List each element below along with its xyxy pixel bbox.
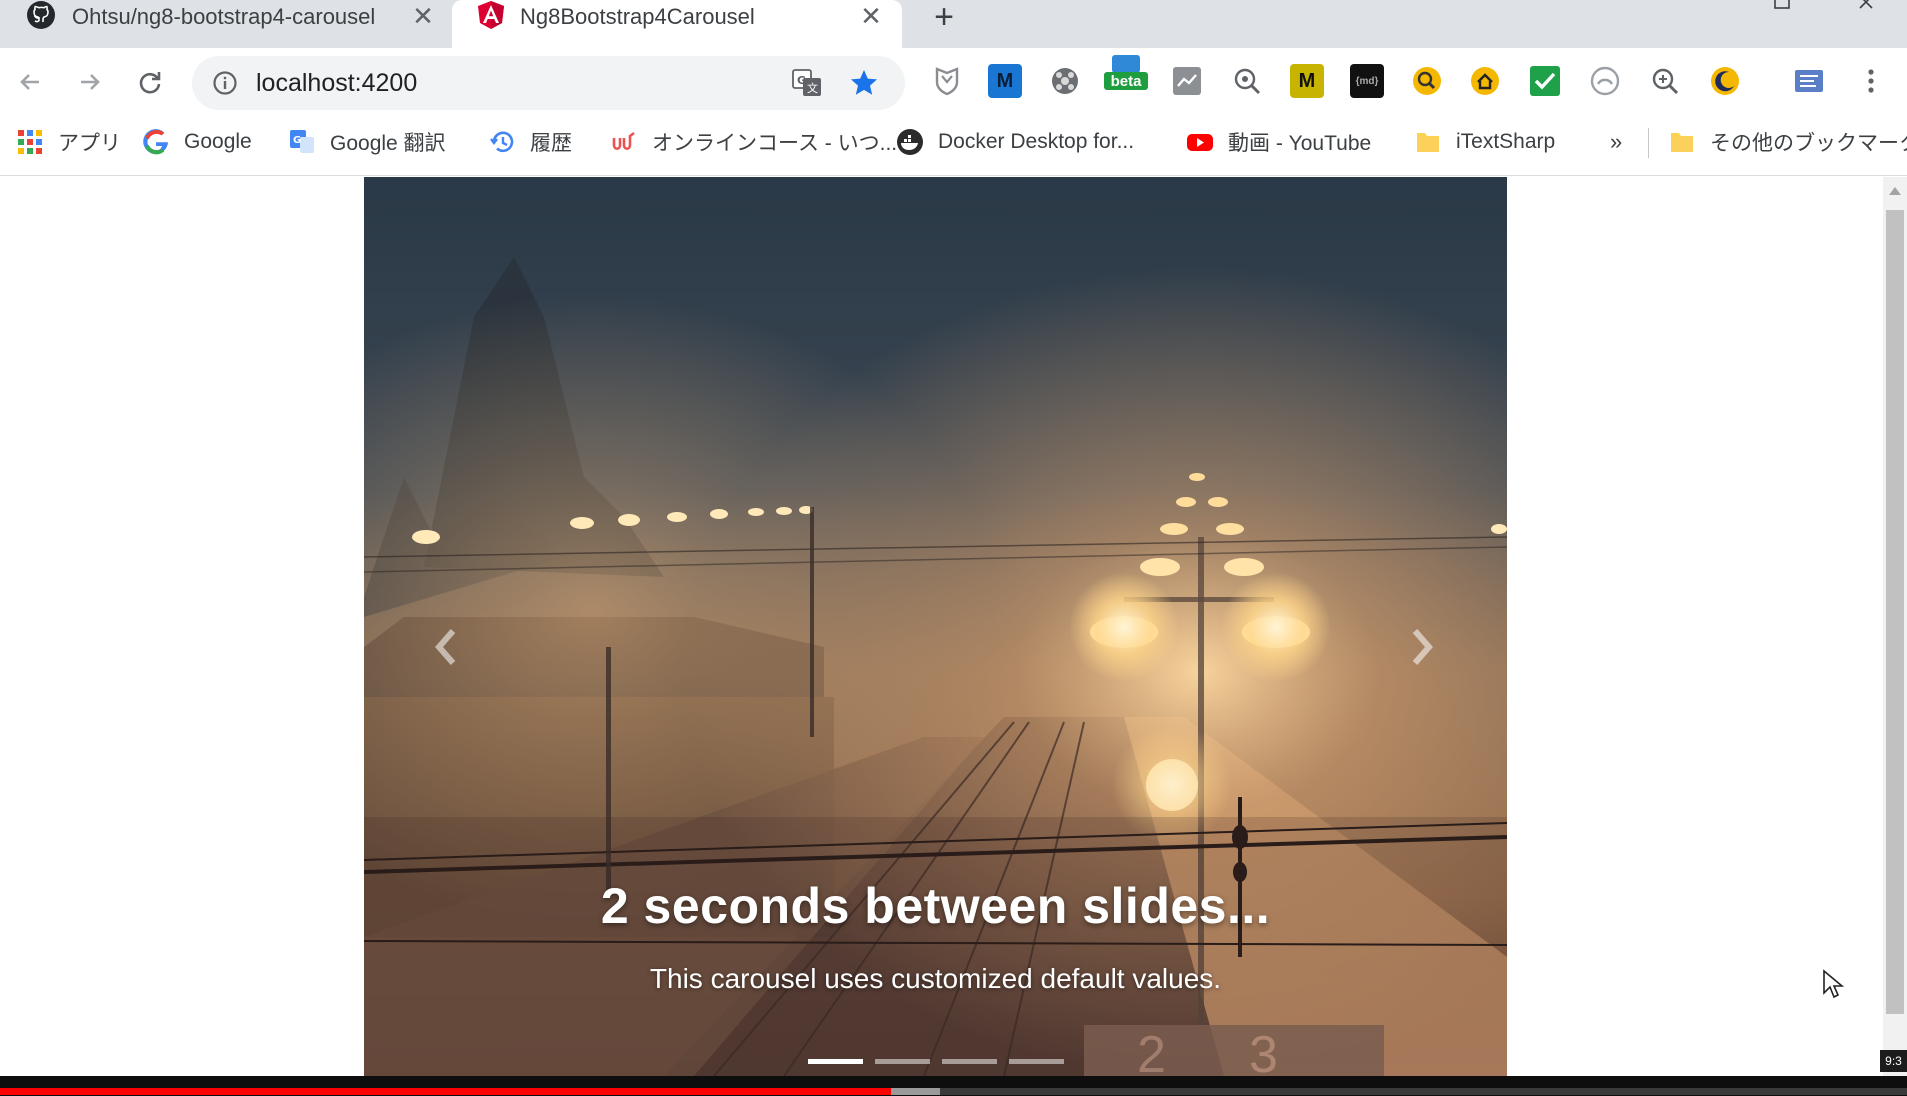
shield-extension-icon[interactable] — [930, 64, 964, 98]
tab-github[interactable]: Ohtsu/ng8-bootstrap4-carousel ✕ — [0, 0, 452, 48]
tab-title: Ng8Bootstrap4Carousel — [520, 4, 755, 29]
bookmark-label: その他のブックマーク — [1710, 132, 1907, 155]
translate-icon[interactable]: G文 — [792, 69, 822, 97]
angular-icon — [478, 1, 504, 29]
md-extension-icon[interactable]: {md} — [1350, 64, 1384, 98]
chevron-left-icon — [435, 629, 456, 665]
zoom-extension-icon[interactable] — [1648, 64, 1682, 98]
bookmark-label: 動画 - YouTube — [1228, 132, 1372, 155]
video-time-label: 9:3 — [1880, 1050, 1907, 1072]
carousel-indicator-3[interactable] — [941, 1059, 997, 1064]
svg-text:G: G — [797, 74, 806, 87]
page-viewport: 2 3 2 seconds between slides... This car… — [0, 177, 1907, 1076]
bookmark-separator — [1648, 128, 1649, 158]
vertical-scrollbar[interactable] — [1883, 177, 1907, 1076]
carousel-next-button[interactable] — [1392, 607, 1452, 687]
maximize-icon[interactable] — [1770, 0, 1794, 12]
close-window-icon[interactable] — [1856, 0, 1880, 12]
docker-icon — [897, 129, 923, 155]
bookmark-docker[interactable]: Docker Desktop for... — [896, 124, 1134, 160]
carousel-indicator-1[interactable] — [807, 1059, 863, 1064]
browser-toolbar: localhost:4200 G文 M beta M {md} — [0, 48, 1907, 116]
bookmark-label: iTextSharp — [1456, 130, 1556, 153]
bookmark-google-translate[interactable]: G Google 翻訳 — [288, 124, 446, 160]
search-extension-icon[interactable] — [1230, 64, 1264, 98]
scroll-up-arrow-icon[interactable] — [1889, 187, 1901, 195]
m-yellow-extension-icon[interactable]: M — [1290, 64, 1324, 98]
carousel-indicator-2[interactable] — [874, 1059, 930, 1064]
bookmark-label: アプリ — [58, 132, 121, 155]
bookmark-label: オンラインコース - いつ... — [652, 132, 898, 155]
forward-arrow-icon — [81, 74, 100, 90]
bookmark-youtube[interactable]: 動画 - YouTube — [1186, 124, 1371, 160]
folder-icon — [1417, 133, 1439, 152]
github-icon — [27, 1, 55, 29]
reload-button[interactable] — [130, 62, 170, 102]
bookmark-overflow-button[interactable]: » — [1610, 124, 1622, 160]
google-translate-icon: G — [290, 130, 314, 153]
forward-button[interactable] — [70, 62, 110, 102]
mouse-cursor-icon — [1823, 969, 1844, 999]
google-icon — [143, 129, 168, 155]
address-bar[interactable]: localhost:4200 G文 — [192, 56, 905, 110]
beta-extension-icon[interactable]: beta — [1102, 52, 1150, 94]
bookmark-other-folder[interactable]: その他のブックマーク — [1668, 124, 1907, 160]
close-tab-icon[interactable]: ✕ — [408, 0, 438, 32]
tab-title: Ohtsu/ng8-bootstrap4-carousel — [72, 4, 376, 29]
svg-text:G: G — [293, 135, 301, 146]
bookmark-star-icon[interactable] — [848, 67, 880, 99]
video-player-bar — [0, 1076, 1907, 1096]
md-label: {md} — [1355, 75, 1379, 87]
bookmark-online-course[interactable]: オンラインコース - いつ... — [610, 124, 897, 160]
chart-extension-icon[interactable] — [1170, 64, 1204, 98]
bookmark-label: Google 翻訳 — [330, 132, 446, 155]
reload-icon — [139, 72, 161, 94]
bookmark-label: Google — [184, 130, 252, 153]
caption-title: 2 seconds between slides... — [600, 878, 1271, 934]
back-button[interactable] — [10, 62, 50, 102]
moon-extension-icon[interactable] — [1708, 64, 1742, 98]
bookmark-google[interactable]: Google — [142, 124, 252, 160]
home-extension-icon[interactable] — [1468, 64, 1502, 98]
carousel[interactable]: 2 3 2 seconds between slides... This car… — [364, 177, 1507, 1076]
m-extension-label: M — [996, 69, 1014, 92]
new-tab-button[interactable]: + — [926, 0, 962, 36]
circle-extension-icon[interactable] — [1588, 64, 1622, 98]
bookmark-label: Docker Desktop for... — [938, 130, 1135, 153]
bookmark-itextsharp[interactable]: iTextSharp — [1414, 124, 1555, 160]
url-text[interactable]: localhost:4200 — [256, 69, 417, 98]
m-yellow-label: M — [1298, 69, 1316, 92]
search-yellow-extension-icon[interactable] — [1410, 64, 1444, 98]
bookmark-label: 履歴 — [530, 132, 572, 155]
progress-played[interactable] — [0, 1088, 891, 1095]
close-tab-icon[interactable]: ✕ — [856, 0, 886, 32]
carousel-caption: 2 seconds between slides... This carouse… — [364, 877, 1507, 995]
apps-grid-icon — [18, 130, 42, 154]
film-extension-icon[interactable] — [1048, 64, 1082, 98]
carousel-prev-button[interactable] — [416, 607, 476, 687]
map-extension-icon[interactable] — [1792, 64, 1826, 98]
check-extension-icon[interactable] — [1528, 64, 1562, 98]
chevron-right-icon — [1412, 629, 1433, 665]
tab-strip: Ohtsu/ng8-bootstrap4-carousel ✕ Ng8Boots… — [0, 0, 1907, 48]
carousel-indicator-4[interactable] — [1008, 1059, 1064, 1064]
info-icon[interactable] — [212, 70, 238, 96]
udemy-icon — [612, 131, 635, 151]
scroll-thumb[interactable] — [1886, 210, 1904, 1014]
bookmark-apps[interactable]: アプリ — [16, 124, 121, 160]
bookmark-history[interactable]: 履歴 — [488, 124, 572, 160]
menu-icon[interactable] — [1854, 64, 1888, 98]
back-arrow-icon — [20, 74, 39, 90]
caption-text: This carousel uses customized default va… — [649, 963, 1222, 994]
beta-label: beta — [1104, 72, 1148, 90]
svg-text:文: 文 — [807, 81, 818, 95]
youtube-icon — [1187, 134, 1213, 151]
tab-ng8bootstrap4carousel[interactable]: Ng8Bootstrap4Carousel ✕ — [452, 0, 902, 48]
folder-icon — [1671, 133, 1693, 152]
history-icon — [490, 131, 514, 153]
bookmarks-bar: アプリ Google G Google 翻訳 履歴 オンラインコース - いつ.… — [0, 116, 1907, 176]
carousel-indicators — [364, 1059, 1507, 1069]
m-extension-icon[interactable]: M — [988, 64, 1022, 98]
